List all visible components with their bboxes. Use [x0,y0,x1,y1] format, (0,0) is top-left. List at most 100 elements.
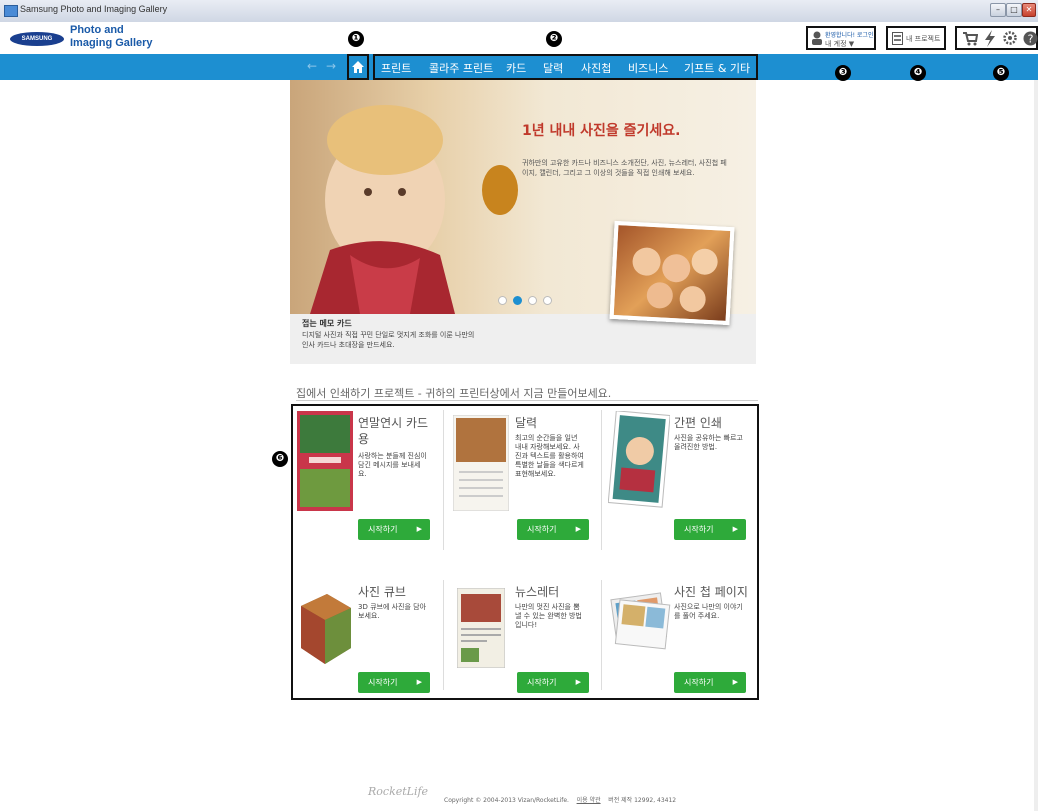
desc-line: 진과 텍스트를 활용하여 [515,452,584,460]
section-divider [296,400,758,401]
photo-cube-thumbnail [301,594,351,664]
version-text: 버전 제작 12992, 43412 [608,797,677,804]
desc-line: 요. [358,470,367,478]
holiday-card-thumbnail [297,411,353,511]
nav-item-gifts[interactable]: 기프트 & 기타 [684,60,750,76]
back-arrow-icon[interactable]: ← [307,59,317,73]
start-button-label: 시작하기 [368,525,398,534]
app-name-line2: Imaging Gallery [70,37,153,49]
hero-photo-card [609,220,735,326]
minimize-button[interactable]: – [990,3,1006,17]
lightning-icon[interactable] [984,30,996,47]
home-icon [352,61,364,73]
photobook-page-thumbnail [610,592,671,650]
vertical-scrollbar[interactable] [1034,80,1038,811]
terms-link[interactable]: 이용 약관 [577,797,601,804]
start-button-holiday[interactable]: 시작하기 ▶ [358,519,430,540]
gear-icon[interactable] [1003,30,1017,47]
hero-caption-title: 접는 메모 카드 [302,319,352,328]
start-button-quick-print[interactable]: 시작하기 ▶ [674,519,746,540]
callout-3: ❸ [835,65,851,81]
start-button-label: 시작하기 [684,678,714,687]
card-desc-holiday: 사랑하는 분들께 진심이 담긴 메시지를 보내세 요. [358,452,427,479]
samsung-logo: SAMSUNG [10,32,64,46]
nav-item-collage-prints[interactable]: 콜라주 프린트 [429,60,493,76]
tools-group: ? [955,26,1038,50]
account-greeting[interactable]: 환영합니다! 로그인 [825,30,873,39]
nav-item-business[interactable]: 비즈니스 [628,60,668,76]
help-icon[interactable]: ? [1023,30,1038,47]
quick-print-thumbnail [608,411,670,508]
card-desc-newsletter: 나만의 멋진 사진을 뽐 낼 수 있는 완벽한 방법 입니다! [515,603,582,630]
start-button-newsletter[interactable]: 시작하기 ▶ [517,672,589,693]
hero-caption-line1: 디지털 사진과 직접 꾸민 단일로 멋지게 조화를 이룬 나만의 [302,331,475,339]
card-title-quick-print: 간편 인쇄 [674,416,722,430]
play-arrow-icon: ▶ [732,525,738,533]
app-name: Photo and Imaging Gallery [70,24,153,50]
forward-arrow-icon[interactable]: → [326,59,336,73]
desc-line: 특별한 날들을 색다르게 [515,461,584,469]
callout-5: ❺ [993,65,1009,81]
desc-line: 내내 자랑해보세요. 사 [515,443,580,451]
nav-item-prints[interactable]: 프린트 [381,60,411,76]
callout-2: ❷ [546,31,562,47]
callout-1: ❶ [348,31,364,47]
cart-icon[interactable] [962,31,978,46]
hero-headline: 1년 내내 사진을 즐기세요. [522,123,681,139]
column-divider [443,580,444,690]
newsletter-thumbnail [457,588,505,668]
desc-line: 를 풀어 주세요. [674,612,720,620]
start-button-label: 시작하기 [368,678,398,687]
column-divider [601,580,602,690]
desc-line: 담긴 메시지를 보내세 [358,461,421,469]
window-title: Samsung Photo and Imaging Gallery [20,4,168,14]
desc-line: 최고의 순간들을 일년 [515,434,578,442]
slide-dot-2[interactable] [513,296,522,305]
card-desc-calendar: 최고의 순간들을 일년 내내 자랑해보세요. 사 진과 텍스트를 활용하여 특별… [515,434,584,479]
card-title-photo-cube: 사진 큐브 [358,585,406,599]
play-arrow-icon: ▶ [575,678,581,686]
desc-line: 사진으로 나만의 이야기 [674,603,743,611]
start-button-calendar[interactable]: 시작하기 ▶ [517,519,589,540]
my-projects-button[interactable]: 내 프로젝트 [886,26,946,50]
section-title: 집에서 인쇄하기 프로젝트 - 귀하의 프린터상에서 지금 만들어보세요. [296,387,612,400]
card-title-holiday: 연말연시 카드 용 [358,415,428,447]
footer: Copyright © 2004-2013 Vizan/RocketLife. … [444,795,676,804]
nav-item-calendar[interactable]: 달력 [543,60,563,76]
start-button-photo-cube[interactable]: 시작하기 ▶ [358,672,430,693]
my-projects-label[interactable]: 내 프로젝트 [906,34,940,44]
maximize-button[interactable]: □ [1006,3,1022,17]
desc-line: 사진을 공유하는 빠르고 [674,434,743,442]
card-desc-quick-print: 사진을 공유하는 빠르고 올려진한 방법. [674,434,743,452]
callout-6: ❻ [272,451,288,467]
close-button[interactable]: ✕ [1022,3,1036,17]
nav-item-cards[interactable]: 카드 [506,60,526,76]
hero-description: 귀하만의 고유한 카드나 비즈니스 소개전단, 사진, 뉴스레터, 사진첩 페이… [522,159,727,177]
hero-caption-line2: 인사 카드나 초대장을 만드세요. [302,341,395,349]
nav-item-photobook[interactable]: 사진첩 [581,60,611,76]
slide-dot-1[interactable] [498,296,507,305]
copyright-text: Copyright © 2004-2013 Vizan/RocketLife. [444,797,569,804]
desc-line: 올려진한 방법. [674,443,718,451]
calendar-thumbnail [453,415,509,511]
column-divider [601,410,602,550]
slide-dot-4[interactable] [543,296,552,305]
card-title-line1: 연말연시 카드 [358,416,429,430]
card-desc-photo-cube: 3D 큐브에 사진을 담아 보세요. [358,603,426,621]
slide-dot-3[interactable] [528,296,537,305]
account-label[interactable]: 내 계정 ▼ [825,39,854,49]
card-title-line2: 용 [358,432,370,446]
app-header [0,22,1038,54]
start-button-photobook-page[interactable]: 시작하기 ▶ [674,672,746,693]
desc-line: 낼 수 있는 완벽한 방법 [515,612,582,620]
account-menu[interactable]: 환영합니다! 로그인 내 계정 ▼ [806,26,876,50]
play-arrow-icon: ▶ [575,525,581,533]
rocketlife-logo: RocketLife [368,785,429,798]
card-title-photobook-page: 사진 첩 페이지 [674,585,748,599]
children-photo [632,247,718,313]
column-divider [443,410,444,550]
home-button[interactable] [347,54,369,80]
desc-line: 3D 큐브에 사진을 담아 [358,603,427,611]
start-button-label: 시작하기 [527,678,557,687]
card-desc-photobook-page: 사진으로 나만의 이야기 를 풀어 주세요. [674,603,743,621]
